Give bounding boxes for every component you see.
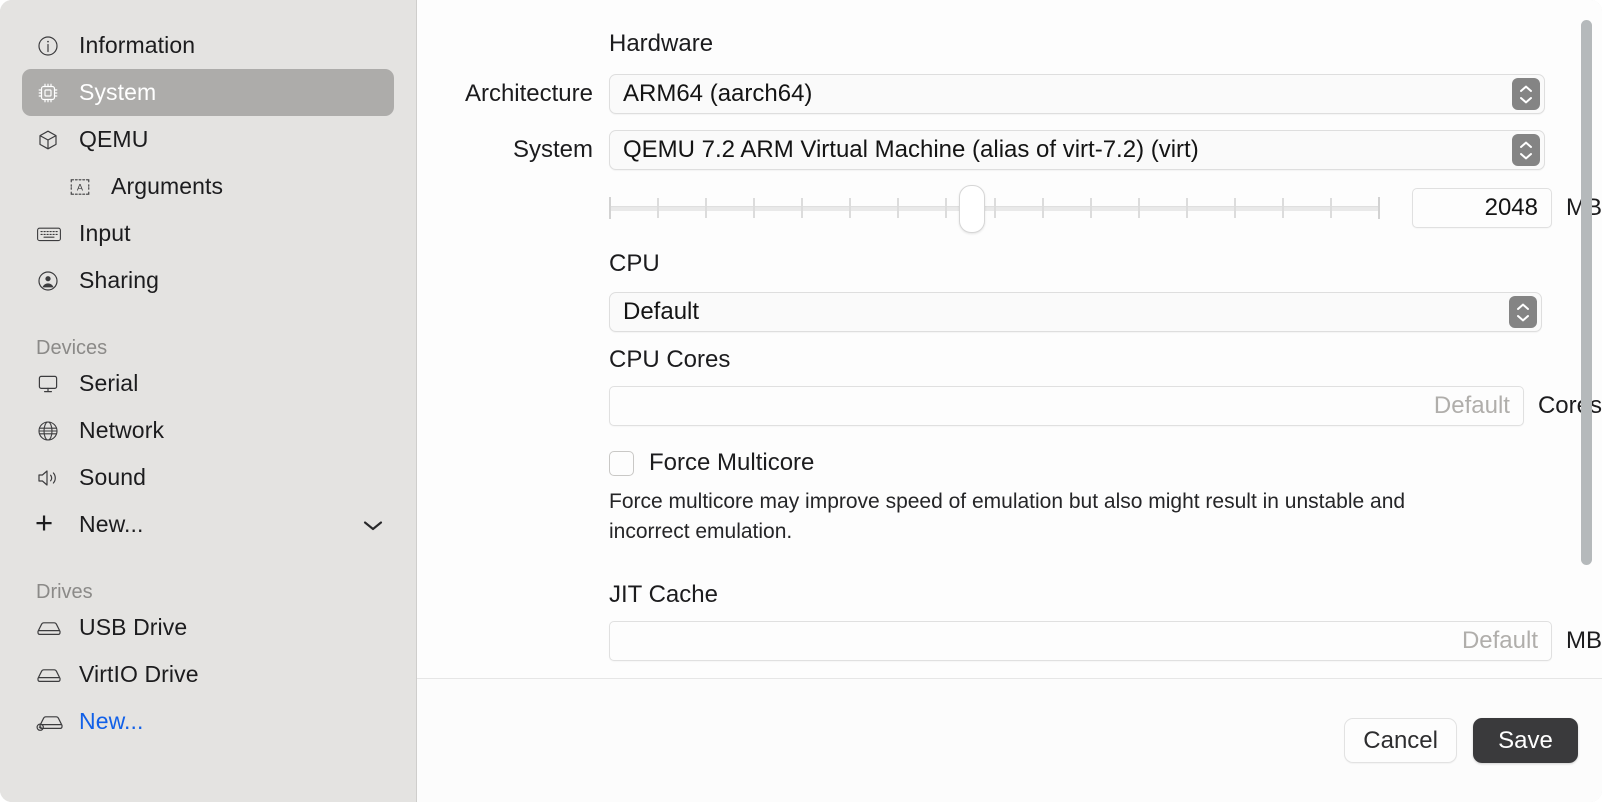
display-icon bbox=[36, 372, 66, 396]
force-multicore-label: Force Multicore bbox=[649, 449, 815, 476]
person-circle-icon bbox=[36, 269, 66, 293]
hardware-section-title: Hardware bbox=[609, 30, 714, 57]
sidebar-item-input[interactable]: Input bbox=[22, 210, 394, 257]
memory-slider[interactable] bbox=[609, 185, 1380, 233]
sidebar-item-information[interactable]: Information bbox=[22, 22, 394, 69]
cpu-cores-input[interactable]: Default bbox=[609, 386, 1524, 426]
cpu-select[interactable]: Default bbox=[609, 292, 1542, 332]
cpu-row: Default bbox=[417, 292, 1602, 332]
memory-slider-track bbox=[609, 205, 1380, 211]
settings-scroll-region: Hardware Architecture ARM64 (aarch64) Sy… bbox=[417, 0, 1602, 678]
memory-slider-thumb[interactable] bbox=[959, 185, 986, 233]
sidebar-item-label: New... bbox=[79, 511, 144, 537]
sidebar-item-label: System bbox=[79, 79, 157, 105]
speaker-icon bbox=[36, 466, 66, 490]
keyboard-icon bbox=[36, 222, 66, 246]
cpu-cores-placeholder: Default bbox=[1433, 392, 1510, 419]
sidebar-item-usb-drive[interactable]: USB Drive bbox=[22, 604, 394, 651]
sidebar-item-new-drive[interactable]: New... bbox=[22, 698, 394, 745]
vertical-scrollbar[interactable] bbox=[1580, 8, 1593, 668]
force-multicore-row[interactable]: Force Multicore bbox=[417, 449, 1602, 477]
sidebar-item-label: Serial bbox=[79, 370, 139, 396]
sidebar-item-sound[interactable]: Sound bbox=[22, 454, 394, 501]
globe-icon bbox=[36, 419, 66, 443]
cpu-section-title: CPU bbox=[609, 250, 660, 277]
sidebar-item-network[interactable]: Network bbox=[22, 407, 394, 454]
sidebar-item-arguments[interactable]: A Arguments bbox=[22, 163, 394, 210]
dialog-footer: Cancel Save bbox=[417, 678, 1602, 802]
architecture-value: ARM64 (aarch64) bbox=[623, 80, 813, 107]
svg-text:A: A bbox=[77, 182, 84, 192]
cpu-chip-icon bbox=[36, 81, 66, 105]
sidebar-item-label: VirtIO Drive bbox=[79, 661, 199, 687]
sidebar-section-devices: Devices bbox=[36, 337, 108, 359]
sidebar-item-label: Sound bbox=[79, 464, 147, 490]
sidebar-item-label: Input bbox=[79, 220, 131, 246]
sidebar-item-serial[interactable]: Serial bbox=[22, 360, 394, 407]
system-select[interactable]: QEMU 7.2 ARM Virtual Machine (alias of v… bbox=[609, 130, 1545, 170]
vm-settings-window: Information System QEMU A Arguments Inpu… bbox=[0, 0, 1602, 802]
drive-icon bbox=[36, 616, 66, 640]
sidebar-item-label: Sharing bbox=[79, 267, 159, 293]
main-content: Hardware Architecture ARM64 (aarch64) Sy… bbox=[417, 0, 1602, 802]
chevron-down-icon[interactable] bbox=[362, 518, 384, 532]
system-row: System QEMU 7.2 ARM Virtual Machine (ali… bbox=[417, 130, 1602, 170]
sidebar-item-label: Network bbox=[79, 417, 165, 443]
info-circle-icon bbox=[36, 34, 66, 58]
cpu-cores-row: Default Cores bbox=[417, 386, 1602, 426]
drive-icon bbox=[36, 663, 66, 687]
drive-add-icon bbox=[36, 710, 66, 734]
sidebar-item-label: Arguments bbox=[111, 173, 224, 199]
plus-icon: + bbox=[35, 505, 54, 540]
system-settings-form: Hardware Architecture ARM64 (aarch64) Sy… bbox=[417, 0, 1602, 678]
scrollbar-thumb[interactable] bbox=[1581, 20, 1592, 565]
system-stepper-icon[interactable] bbox=[1512, 134, 1540, 166]
sidebar-section-drives: Drives bbox=[36, 581, 93, 603]
argument-a-icon: A bbox=[68, 175, 98, 199]
force-multicore-help-text: Force multicore may improve speed of emu… bbox=[609, 490, 1406, 543]
cancel-button[interactable]: Cancel bbox=[1344, 718, 1457, 763]
sidebar-item-virtio-drive[interactable]: VirtIO Drive bbox=[22, 651, 394, 698]
cube-box-icon bbox=[36, 128, 66, 152]
sidebar-item-label: QEMU bbox=[79, 126, 149, 152]
system-value: QEMU 7.2 ARM Virtual Machine (alias of v… bbox=[623, 136, 1199, 163]
architecture-row: Architecture ARM64 (aarch64) bbox=[417, 74, 1602, 114]
sidebar-item-qemu[interactable]: QEMU bbox=[22, 116, 394, 163]
memory-value: 2048 bbox=[1484, 194, 1538, 221]
sidebar: Information System QEMU A Arguments Inpu… bbox=[0, 0, 417, 802]
save-button[interactable]: Save bbox=[1473, 718, 1578, 763]
jit-cache-input[interactable]: Default bbox=[609, 621, 1552, 661]
architecture-label: Architecture bbox=[464, 80, 593, 107]
cpu-value: Default bbox=[623, 298, 700, 325]
sidebar-item-system[interactable]: System bbox=[22, 69, 394, 116]
jit-cache-placeholder: Default bbox=[1461, 627, 1538, 654]
architecture-select[interactable]: ARM64 (aarch64) bbox=[609, 74, 1545, 114]
cpu-cores-title: CPU Cores bbox=[609, 346, 731, 373]
memory-row: 2048 MB bbox=[417, 185, 1602, 233]
sidebar-item-label: USB Drive bbox=[79, 614, 188, 640]
force-multicore-checkbox[interactable] bbox=[609, 450, 634, 476]
sidebar-item-label: New... bbox=[79, 708, 144, 734]
memory-input[interactable]: 2048 bbox=[1412, 188, 1552, 228]
sidebar-item-label: Information bbox=[79, 32, 196, 58]
jit-cache-title: JIT Cache bbox=[609, 581, 718, 608]
sidebar-item-sharing[interactable]: Sharing bbox=[22, 257, 394, 304]
cpu-stepper-icon[interactable] bbox=[1509, 296, 1537, 328]
sidebar-item-new-device[interactable]: + New... bbox=[22, 501, 394, 548]
system-label: System bbox=[512, 136, 593, 163]
architecture-stepper-icon[interactable] bbox=[1512, 78, 1540, 110]
jit-cache-row: Default MB bbox=[417, 621, 1602, 661]
